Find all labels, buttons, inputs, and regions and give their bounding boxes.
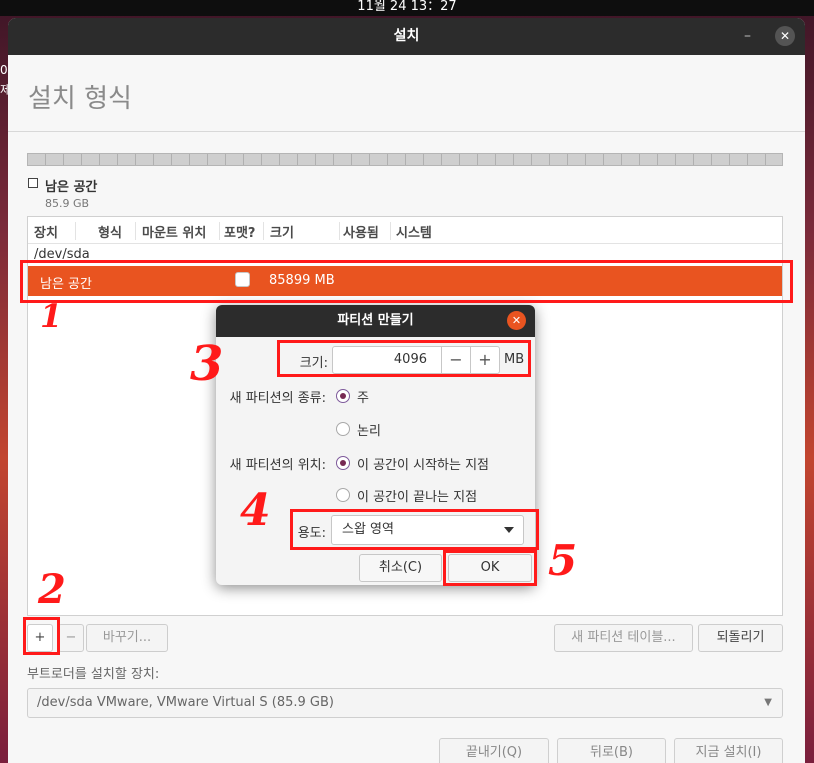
- annotation-box-ok: [443, 550, 537, 586]
- new-partition-table-button[interactable]: 새 파티션 테이블...: [554, 624, 693, 652]
- column-header-size[interactable]: 크기: [270, 222, 340, 241]
- minimize-icon[interactable]: –: [744, 28, 758, 44]
- type-logical-radio[interactable]: [336, 422, 350, 436]
- partition-location-label: 새 파티션의 위치:: [229, 458, 326, 473]
- annotation-mark-2: 2: [38, 566, 66, 613]
- column-header-device[interactable]: 장치: [34, 222, 76, 241]
- chevron-down-icon: ▼: [764, 697, 772, 708]
- dialog-close-icon[interactable]: ✕: [507, 311, 526, 330]
- annotation-mark-5: 5: [548, 536, 578, 585]
- location-end-radio[interactable]: [336, 488, 350, 502]
- install-now-button[interactable]: 지금 설치(I): [674, 738, 783, 763]
- location-end-label: 이 공간이 끝나는 지점: [357, 490, 478, 505]
- annotation-mark-3: 3: [190, 336, 224, 392]
- column-header-mount[interactable]: 마운트 위치: [142, 222, 220, 241]
- annotation-box-free-space: [20, 260, 793, 303]
- column-header-format[interactable]: 포맷?: [224, 222, 264, 241]
- partition-type-label: 새 파티션의 종류:: [229, 391, 326, 406]
- desktop-edge-text: 0 제: [0, 63, 12, 97]
- bootloader-label: 부트로더를 설치할 장치:: [27, 667, 160, 682]
- bootloader-device-select[interactable]: /dev/sda VMware, VMware Virtual S (85.9 …: [27, 688, 783, 718]
- annotation-box-usage: [290, 509, 539, 550]
- annotation-mark-4: 4: [240, 485, 271, 536]
- annotation-box-size: [277, 340, 531, 377]
- column-header-used[interactable]: 사용됨: [343, 222, 391, 241]
- legend-swatch: [28, 178, 38, 188]
- page-title: 설치 형식: [28, 84, 132, 114]
- dialog-title: 파티션 만들기: [216, 305, 535, 337]
- annotation-mark-1: 1: [40, 297, 63, 335]
- legend-label: 남은 공간: [45, 180, 98, 195]
- window-titlebar: 설치 – ✕: [8, 18, 805, 55]
- type-logical-label: 논리: [357, 424, 381, 439]
- legend-size: 85.9 GB: [45, 197, 90, 210]
- top-bar: 11월 24 13：27: [0, 0, 814, 16]
- cancel-button[interactable]: 취소(C): [359, 554, 442, 582]
- divider: [8, 131, 805, 132]
- location-begin-label: 이 공간이 시작하는 지점: [357, 458, 489, 473]
- table-header: 장치 형식 마운트 위치 포맷? 크기 사용됨 시스템: [28, 217, 782, 244]
- type-primary-label: 주: [357, 391, 369, 406]
- column-header-type[interactable]: 형식: [98, 222, 136, 241]
- annotation-box-add: [23, 617, 60, 655]
- close-icon[interactable]: ✕: [775, 26, 795, 46]
- back-button[interactable]: 뒤로(B): [557, 738, 666, 763]
- revert-button[interactable]: 되돌리기: [698, 624, 783, 652]
- bootloader-device-value: /dev/sda VMware, VMware Virtual S (85.9 …: [37, 695, 334, 710]
- clock[interactable]: 11월 24 13：27: [357, 0, 456, 14]
- remove-partition-button[interactable]: −: [58, 624, 84, 652]
- quit-button[interactable]: 끝내기(Q): [439, 738, 549, 763]
- change-partition-button[interactable]: 바꾸기...: [86, 624, 168, 652]
- location-begin-radio[interactable]: [336, 456, 350, 470]
- type-primary-radio[interactable]: [336, 389, 350, 403]
- window-title: 설치: [393, 28, 420, 44]
- partition-bar: [27, 153, 783, 166]
- column-header-system[interactable]: 시스템: [396, 222, 456, 241]
